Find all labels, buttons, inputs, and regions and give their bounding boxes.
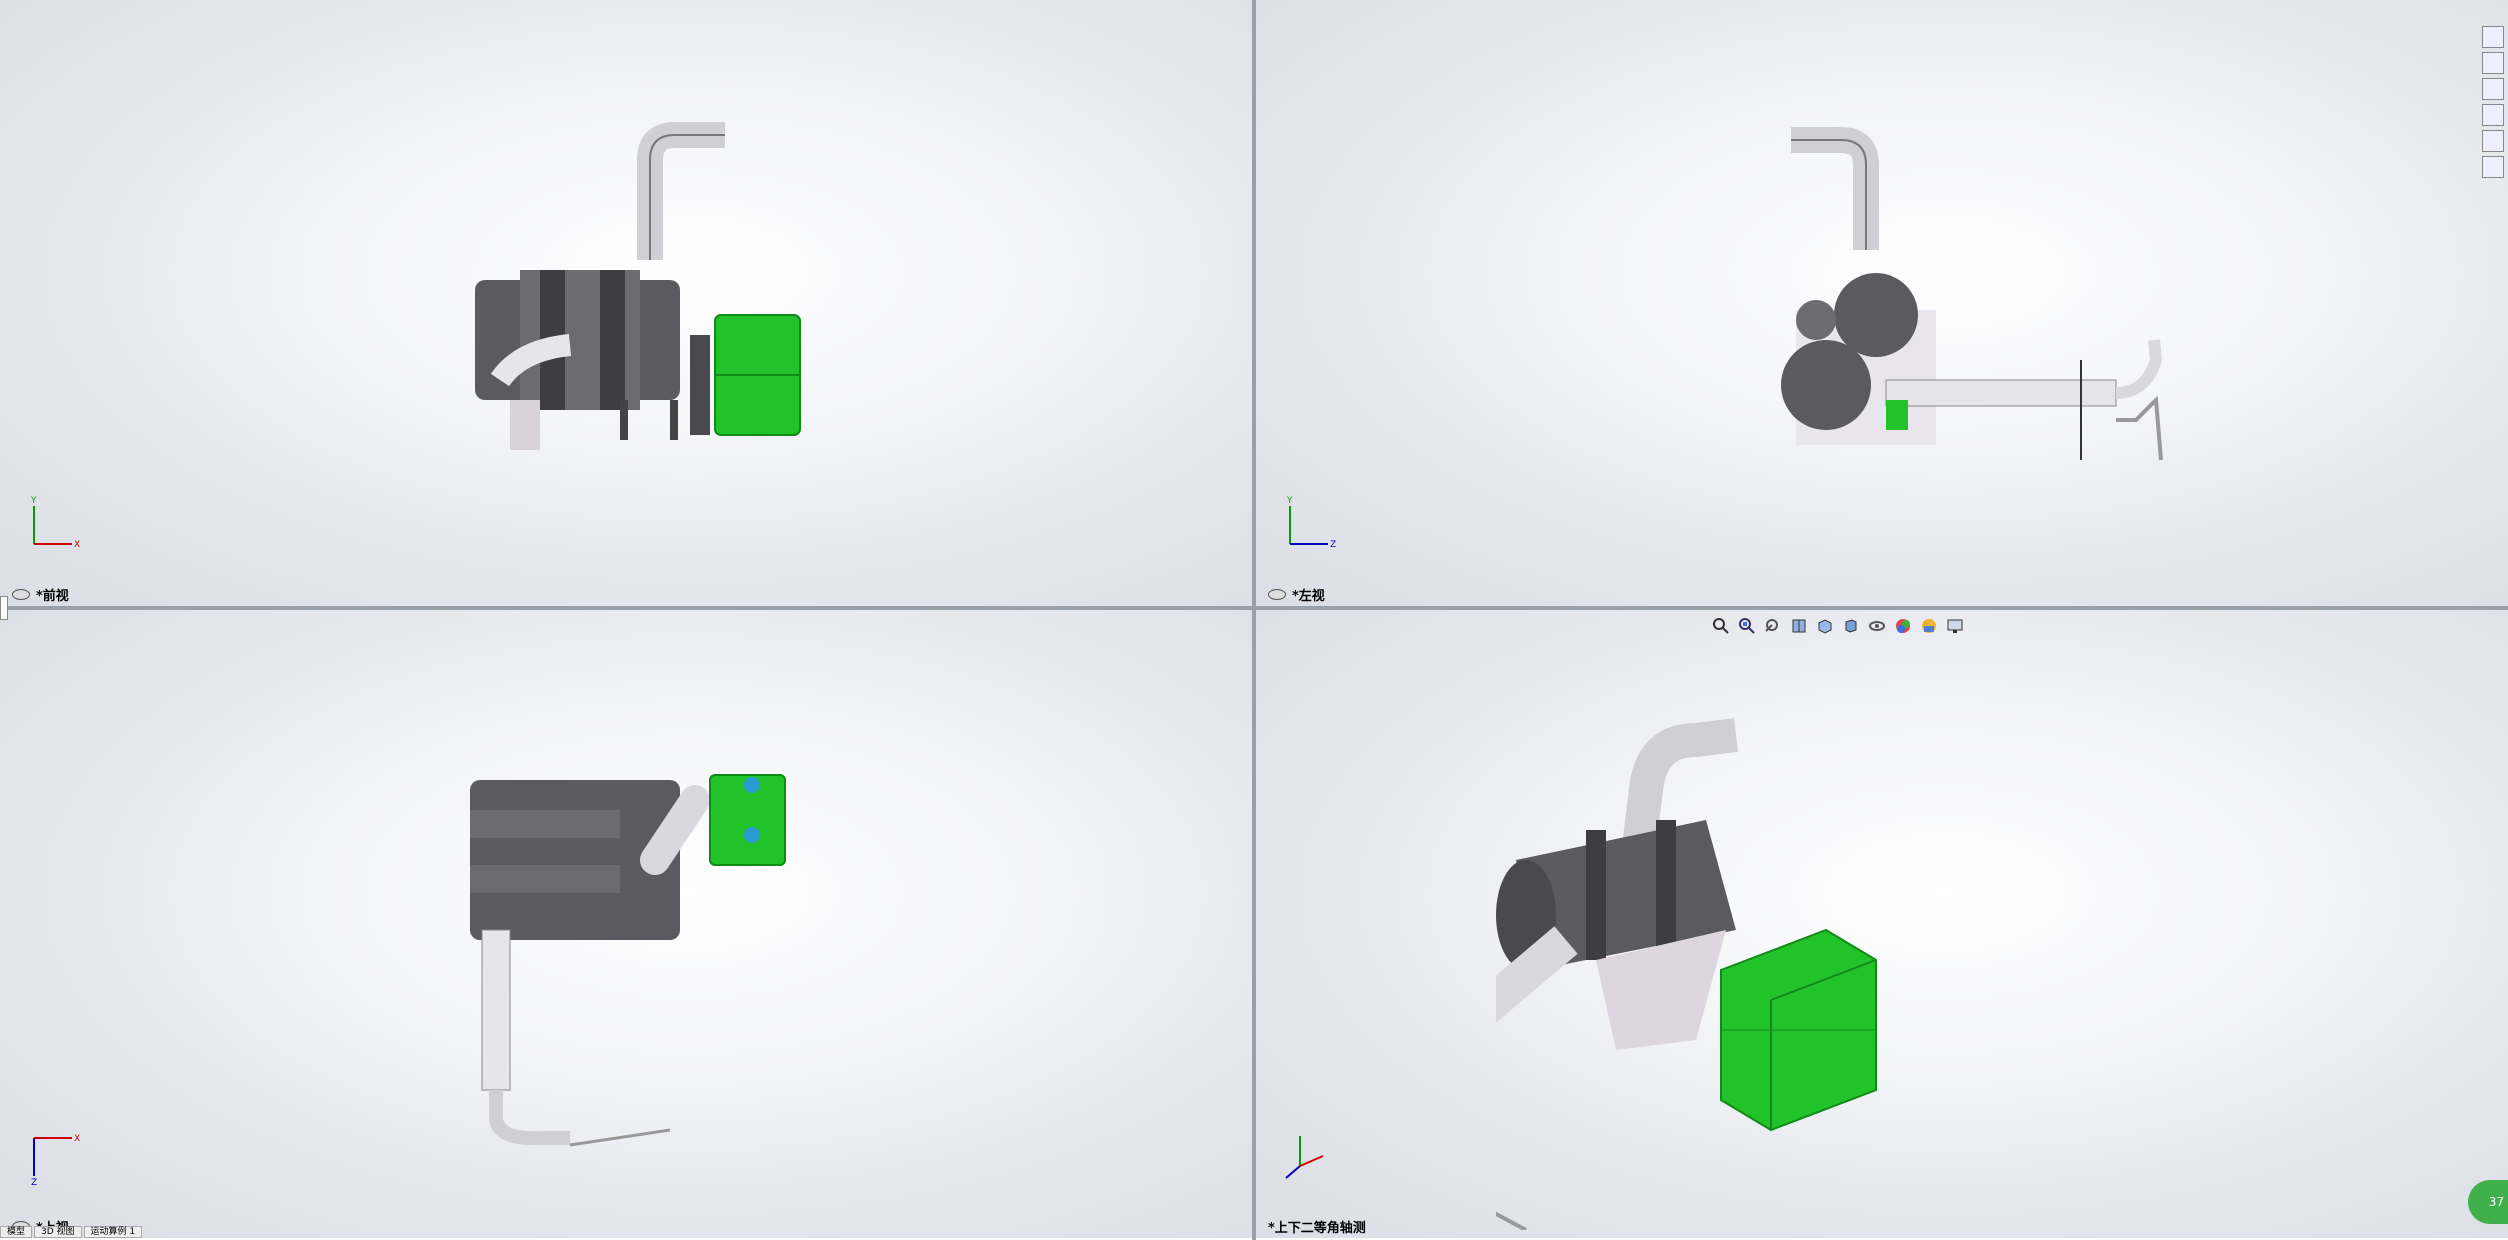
triad-z-label: Z — [31, 1178, 37, 1186]
triad-x-label: X — [74, 1134, 80, 1144]
tab-model[interactable]: 模型 — [0, 1226, 33, 1238]
viewport-divider-horizontal[interactable] — [0, 606, 2508, 610]
view-orientation-icon[interactable] — [1816, 617, 1834, 635]
tab-3d-views[interactable]: 3D 视图 — [34, 1226, 82, 1238]
view-label-left: *左视 — [1268, 585, 1325, 604]
zoom-area-icon[interactable] — [1738, 617, 1756, 635]
previous-view-icon[interactable] — [1764, 617, 1782, 635]
view-label-front: *前视 — [12, 585, 69, 604]
triad-x-label: X — [74, 540, 80, 550]
hide-show-icon[interactable] — [1868, 617, 1886, 635]
coordinate-triad: X Z — [31, 1134, 80, 1186]
section-view-icon[interactable] — [1790, 617, 1808, 635]
viewport-divider-vertical[interactable] — [1252, 0, 1256, 1240]
model-front — [475, 122, 801, 450]
viewport-front[interactable]: Y X *前视 — [0, 0, 1252, 606]
custom-properties-icon[interactable] — [2482, 156, 2504, 178]
view-label-text: *前视 — [36, 589, 69, 604]
model-top — [470, 774, 786, 1147]
view-settings-icon[interactable] — [1946, 617, 1964, 635]
viewport-isometric[interactable]: *上下二等角轴测 37 — [1256, 610, 2508, 1238]
view-label-text: *上下二等角轴测 — [1268, 1221, 1366, 1236]
task-pane-tabs — [2482, 26, 2508, 178]
view-label-text: *左视 — [1292, 589, 1325, 604]
coordinate-triad: Y Z — [1286, 496, 1336, 550]
notification-badge[interactable]: 37 — [2468, 1180, 2508, 1224]
appearances-icon[interactable] — [2482, 130, 2504, 152]
eye-icon[interactable] — [1268, 589, 1286, 600]
model-isometric — [1496, 718, 1877, 1230]
zoom-to-fit-icon[interactable] — [1712, 617, 1730, 635]
heads-up-view-toolbar — [1712, 614, 1964, 638]
viewport-left[interactable]: Y Z *左视 — [1256, 0, 2508, 606]
tab-motion-study[interactable]: 运动算例 1 — [83, 1226, 143, 1238]
viewport-corner-handle[interactable] — [0, 596, 8, 620]
coordinate-triad — [1285, 1136, 1324, 1179]
file-explorer-icon[interactable] — [2482, 104, 2504, 126]
display-style-icon[interactable] — [1842, 617, 1860, 635]
viewport-top[interactable]: X Z *上视 模型 3D 视图 运动算例 1 — [0, 610, 1252, 1238]
apply-scene-icon[interactable] — [1920, 617, 1938, 635]
bottom-tabs: 模型 3D 视图 运动算例 1 — [0, 1226, 143, 1238]
resources-icon[interactable] — [2482, 52, 2504, 74]
design-library-icon[interactable] — [2482, 78, 2504, 100]
model-left — [1781, 127, 2163, 461]
triad-z-label: Z — [1330, 540, 1336, 550]
home-icon[interactable] — [2482, 26, 2504, 48]
triad-y-label: Y — [30, 496, 37, 506]
triad-y-label: Y — [1286, 496, 1293, 506]
badge-count: 37 — [2488, 1195, 2504, 1209]
edit-appearance-icon[interactable] — [1894, 617, 1912, 635]
coordinate-triad: Y X — [30, 496, 80, 550]
view-label-isometric: *上下二等角轴测 — [1268, 1217, 1366, 1236]
eye-icon[interactable] — [12, 589, 30, 600]
